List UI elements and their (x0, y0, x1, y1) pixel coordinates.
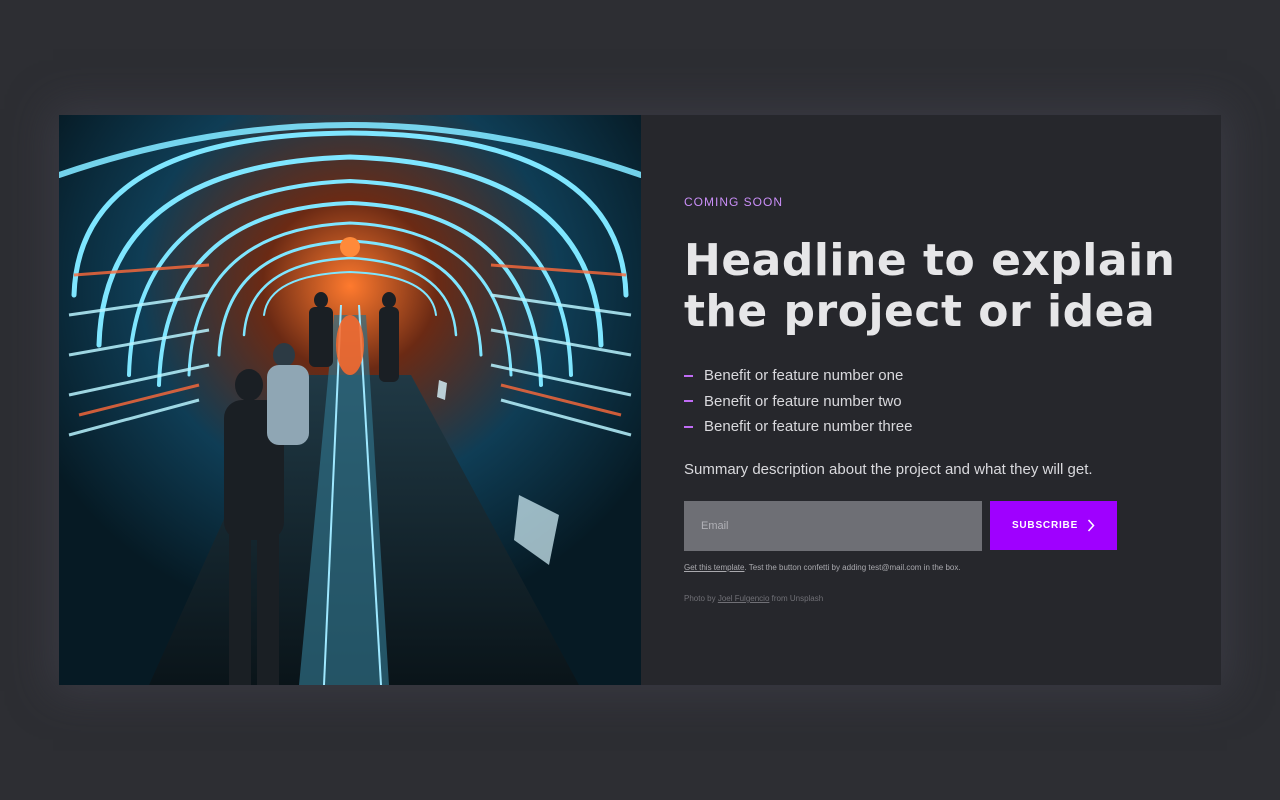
subscribe-form: SUBSCRIBE (684, 501, 1117, 551)
photo-credit: Photo by Joel Fulgencio from Unsplash (684, 594, 823, 603)
template-note: Get this template. Test the button confe… (684, 563, 961, 572)
benefit-text: Benefit or feature number one (704, 367, 904, 385)
subscribe-button[interactable]: SUBSCRIBE (990, 501, 1117, 550)
eyebrow-label: COMING SOON (684, 195, 784, 209)
photographer-link[interactable]: Joel Fulgencio (718, 594, 770, 603)
signup-card: COMING SOON Headline to explain the proj… (59, 115, 1221, 685)
credit-prefix: Photo by (684, 594, 718, 603)
dash-icon (684, 425, 693, 428)
subscribe-label: SUBSCRIBE (1011, 520, 1079, 531)
benefits-list: Benefit or feature number one Benefit or… (684, 363, 912, 440)
benefit-item: Benefit or feature number three (684, 414, 912, 440)
get-template-link[interactable]: Get this template (684, 563, 744, 572)
benefit-text: Benefit or feature number two (704, 392, 902, 410)
hero-photo (59, 115, 641, 685)
content-panel: COMING SOON Headline to explain the proj… (641, 115, 1221, 685)
benefit-item: Benefit or feature number two (684, 389, 912, 415)
email-field[interactable] (684, 501, 982, 551)
credit-suffix: from Unsplash (769, 594, 824, 603)
headline-line-2: the project or idea (684, 286, 1156, 337)
benefit-text: Benefit or feature number three (704, 418, 913, 436)
dash-icon (684, 400, 693, 403)
dash-icon (684, 374, 693, 377)
note-text: . Test the button confetti by adding tes… (744, 563, 961, 572)
chevron-right-icon (1087, 519, 1095, 532)
page-title: Headline to explain the project or idea (684, 235, 1184, 337)
escalator-photo-illustration (59, 115, 641, 685)
headline-line-1: Headline to explain (684, 235, 1176, 286)
summary-text: Summary description about the project an… (684, 461, 1093, 478)
benefit-item: Benefit or feature number one (684, 363, 912, 389)
